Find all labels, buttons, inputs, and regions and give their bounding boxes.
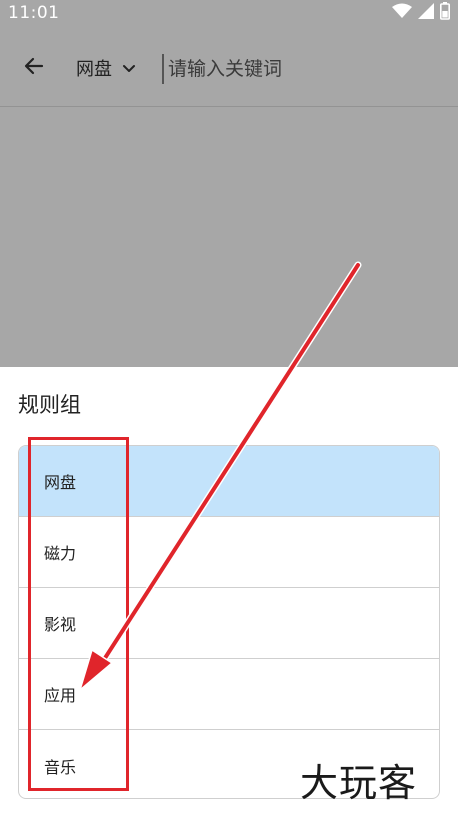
rule-item-label: 网盘: [44, 473, 77, 492]
search-toolbar: 网盘: [0, 34, 458, 102]
wifi-icon: [392, 3, 412, 24]
signal-icon: [418, 2, 434, 24]
watermark-logo: 大玩客: [300, 761, 418, 805]
category-dropdown[interactable]: 网盘: [76, 52, 136, 84]
back-button[interactable]: [16, 50, 52, 86]
category-dropdown-label: 网盘: [76, 59, 112, 80]
rule-item-app[interactable]: 应用: [19, 659, 439, 730]
rule-item-magnet[interactable]: 磁力: [19, 517, 439, 588]
status-icons: [392, 1, 450, 25]
status-bar: 11:01: [0, 0, 458, 26]
arrow-left-icon: [22, 54, 46, 82]
rule-group-list: 网盘 磁力 影视 应用 音乐: [18, 445, 440, 799]
rule-item-netdisk[interactable]: 网盘: [19, 446, 439, 517]
toolbar-divider: [0, 106, 458, 107]
sheet-title: 规则组: [18, 393, 81, 417]
chevron-down-icon: [122, 58, 136, 79]
battery-icon: [440, 1, 450, 25]
rule-item-video[interactable]: 影视: [19, 588, 439, 659]
rule-item-label: 应用: [44, 686, 77, 705]
status-time: 11:01: [8, 3, 60, 23]
rule-item-label: 磁力: [44, 544, 77, 563]
rule-item-label: 音乐: [44, 757, 77, 777]
rule-item-label: 影视: [44, 615, 77, 634]
search-input[interactable]: [162, 54, 448, 84]
